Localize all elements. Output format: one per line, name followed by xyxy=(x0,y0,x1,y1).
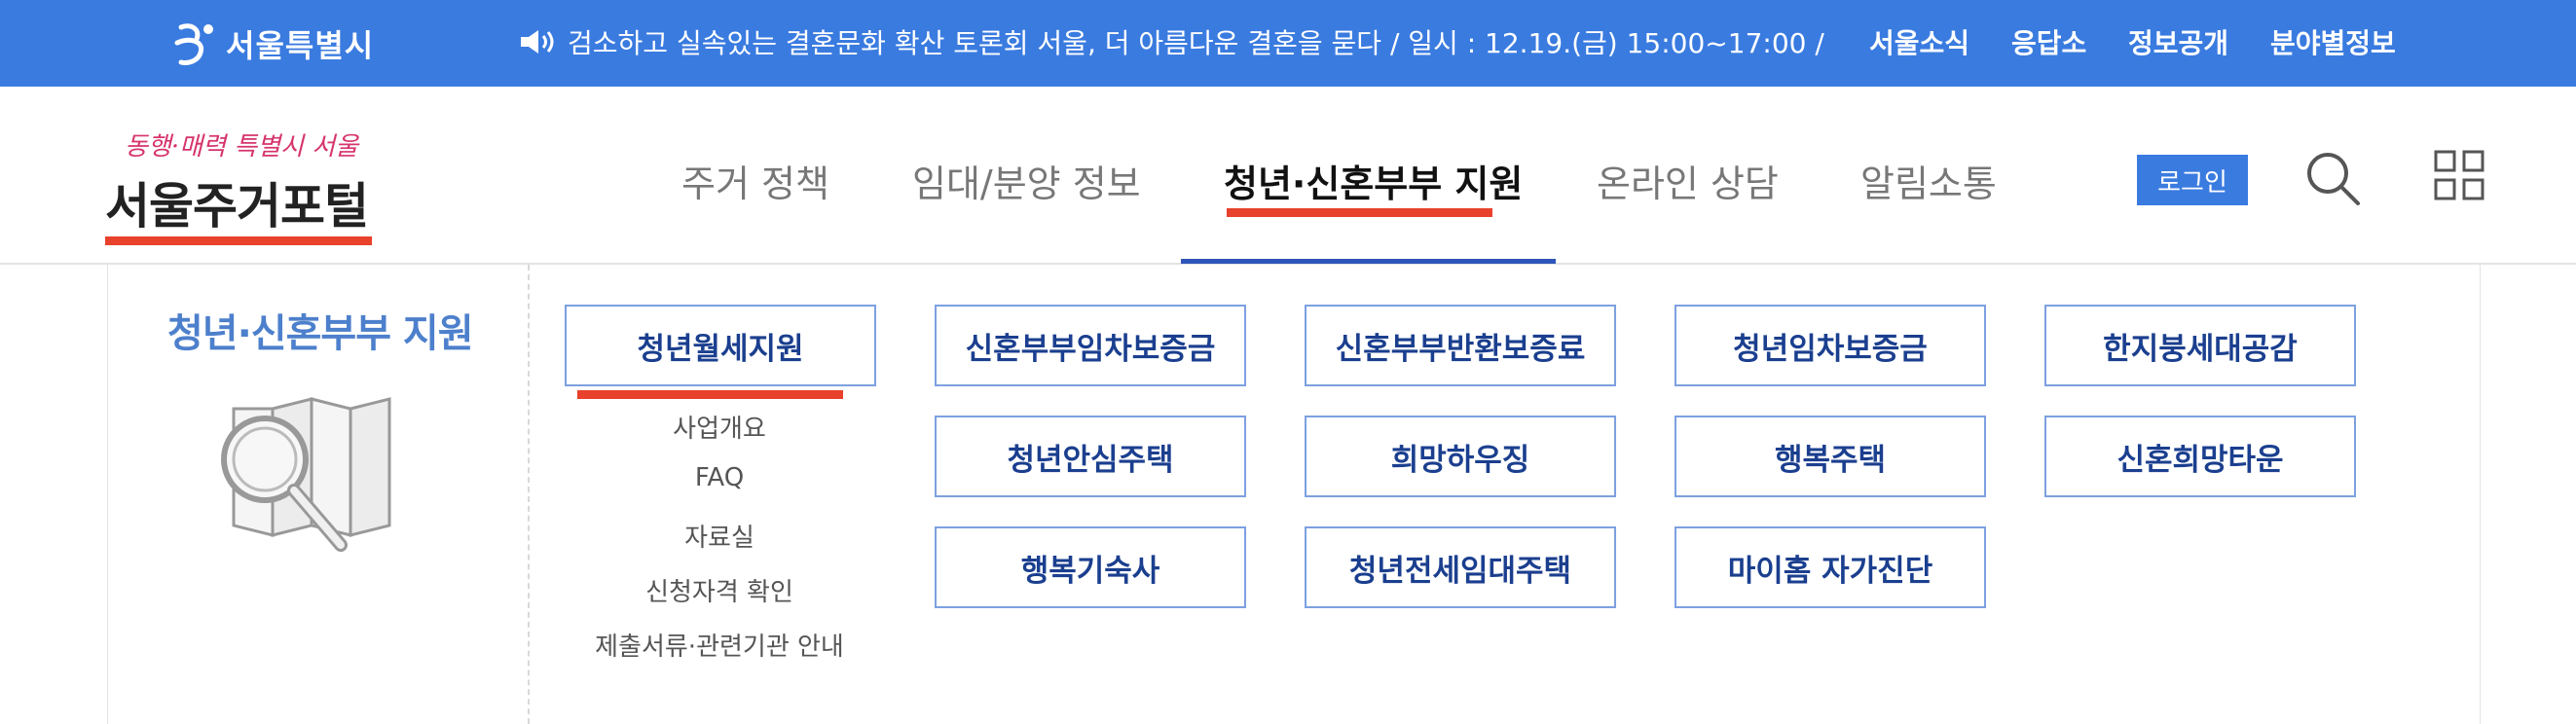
notice-text: 검소하고 실속있는 결혼문화 확산 토론회 서울, 더 아름다운 결혼을 묻다 … xyxy=(568,27,1833,59)
sub-item-archive[interactable]: 자료실 xyxy=(565,518,874,554)
menu-newlywed-return-guarantee[interactable]: 신혼부부반환보증료 xyxy=(1305,305,1616,386)
gnb-online-consult[interactable]: 온라인 상담 xyxy=(1597,154,1779,205)
gnb-youth-newlywed-support[interactable]: 청년·신혼부부 지원 xyxy=(1224,154,1523,205)
seoul-symbol-icon xyxy=(174,23,213,65)
menu-myhome-self-check[interactable]: 마이홈 자가진단 xyxy=(1674,526,1986,608)
seoul-city-logo[interactable]: 서울특별시 xyxy=(171,12,374,76)
notice-ticker[interactable]: 검소하고 실속있는 결혼문화 확산 토론회 서울, 더 아름다운 결혼을 묻다 … xyxy=(519,21,1833,62)
gnb-active-underline xyxy=(1227,208,1492,217)
menu-youth-monthly-rent[interactable]: 청년월세지원 xyxy=(565,305,876,386)
menu-newlywed-hope-town[interactable]: 신혼희망타운 xyxy=(2044,416,2356,497)
map-magnifier-illustration xyxy=(221,397,391,552)
portal-slogan: 동행·매력 특별시 서울 xyxy=(125,132,359,162)
sub-item-overview[interactable]: 사업개요 xyxy=(565,409,874,445)
utility-link-field-info[interactable]: 분야별정보 xyxy=(2270,19,2396,64)
menu-youth-rent-deposit[interactable]: 청년임차보증금 xyxy=(1674,305,1986,386)
seoul-logo-text: 서울특별시 xyxy=(226,27,375,64)
speaker-icon xyxy=(521,30,554,54)
gnb-housing-policy[interactable]: 주거 정책 xyxy=(681,154,829,205)
utility-link-eungdapso[interactable]: 응답소 xyxy=(2011,19,2086,64)
mega-menu-divider xyxy=(528,265,530,724)
login-button[interactable]: 로그인 xyxy=(2137,155,2248,205)
gnb-rental-sale-info[interactable]: 임대/분양 정보 xyxy=(912,154,1141,205)
portal-logo-underline xyxy=(105,236,372,245)
sub-item-eligibility-check[interactable]: 신청자격 확인 xyxy=(565,572,874,608)
menu-newlywed-rent-deposit[interactable]: 신혼부부임차보증금 xyxy=(935,305,1246,386)
search-icon[interactable] xyxy=(2304,150,2361,206)
menu-youth-safe-housing[interactable]: 청년안심주택 xyxy=(935,416,1246,497)
utility-link-info-disclosure[interactable]: 정보공개 xyxy=(2128,19,2228,64)
sub-item-faq[interactable]: FAQ xyxy=(565,463,874,492)
sub-item-documents-agencies[interactable]: 제출서류·관련기관 안내 xyxy=(565,627,874,663)
top-bar: 서울특별시 검소하고 실속있는 결혼문화 확산 토론회 서울, 더 아름다운 결… xyxy=(0,0,2576,87)
portal-logo[interactable]: 서울주거포털 xyxy=(105,167,369,237)
utility-link-seoul-news[interactable]: 서울소식 xyxy=(1869,19,1969,64)
gnb-active-indicator xyxy=(1181,259,1556,264)
active-menu-underline xyxy=(577,390,843,399)
menu-happy-dormitory[interactable]: 행복기숙사 xyxy=(935,526,1246,608)
menu-happy-housing[interactable]: 행복주택 xyxy=(1674,416,1986,497)
gnb-notice-communication[interactable]: 알림소통 xyxy=(1860,154,1997,205)
menu-hope-housing[interactable]: 희망하우징 xyxy=(1305,416,1616,497)
mega-menu-title: 청년·신혼부부 지원 xyxy=(167,311,474,356)
grid-menu-icon[interactable] xyxy=(2434,150,2484,200)
menu-youth-jeonse-rental[interactable]: 청년전세임대주택 xyxy=(1305,526,1616,608)
menu-one-roof-generation[interactable]: 한지붕세대공감 xyxy=(2044,305,2356,386)
